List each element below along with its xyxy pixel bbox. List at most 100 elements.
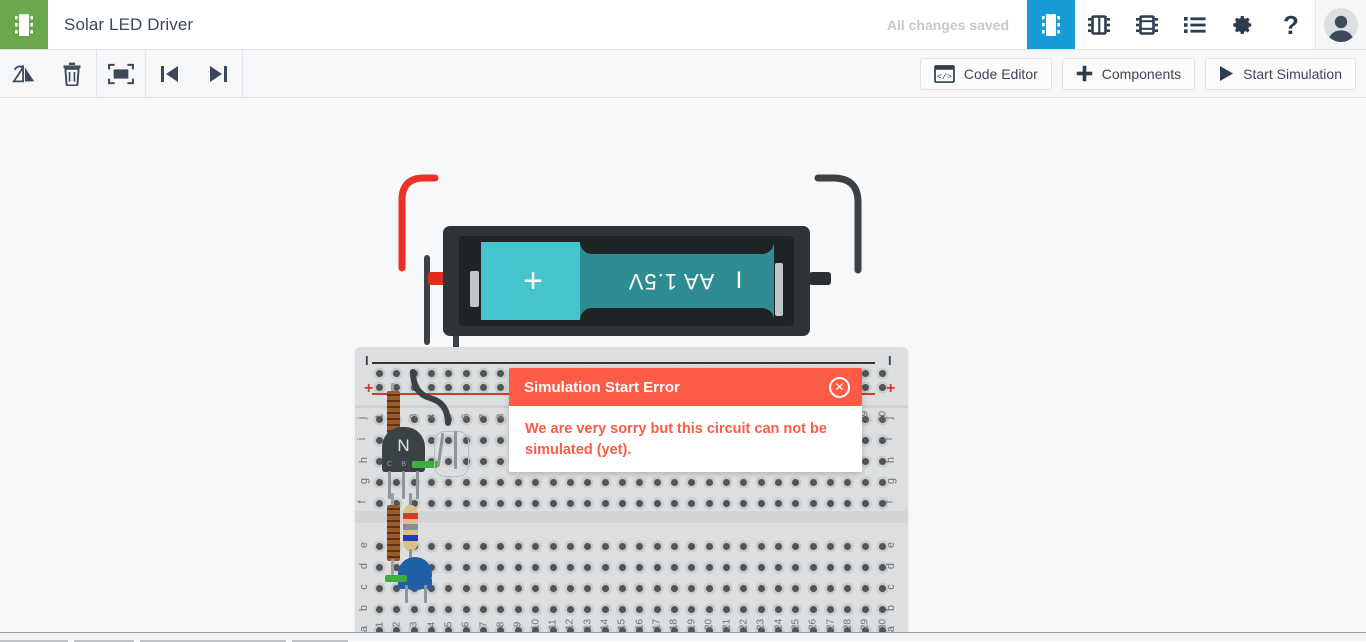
app-logo[interactable] (0, 0, 48, 49)
hole-g-22[interactable] (740, 478, 748, 486)
hole-c-26[interactable] (809, 584, 817, 592)
hole-c-14[interactable] (601, 584, 609, 592)
hole-f-29[interactable] (861, 499, 869, 507)
bring-to-front-button[interactable] (194, 50, 242, 97)
hole-f-19[interactable] (688, 499, 696, 507)
top-rail-minus-hole[interactable] (861, 369, 869, 377)
hole-c-13[interactable] (584, 584, 592, 592)
hole-c-23[interactable] (757, 584, 765, 592)
hole-b-16[interactable] (636, 605, 644, 613)
hole-c-17[interactable] (653, 584, 661, 592)
hole-e-6[interactable] (462, 542, 470, 550)
hole-e-22[interactable] (740, 542, 748, 550)
hole-e-18[interactable] (670, 542, 678, 550)
hole-c-29[interactable] (861, 584, 869, 592)
hole-h-8[interactable] (497, 457, 505, 465)
hole-g-18[interactable] (670, 478, 678, 486)
hole-c-22[interactable] (740, 584, 748, 592)
hole-f-10[interactable] (532, 499, 540, 507)
fit-to-screen-button[interactable] (97, 50, 145, 97)
top-rail-plus-hole[interactable] (462, 383, 470, 391)
hole-b-29[interactable] (861, 605, 869, 613)
hole-c-28[interactable] (844, 584, 852, 592)
hole-b-1[interactable] (376, 605, 383, 613)
hole-f-18[interactable] (670, 499, 678, 507)
hole-b-22[interactable] (740, 605, 748, 613)
top-rail-minus-hole[interactable] (480, 369, 488, 377)
hole-d-7[interactable] (480, 563, 488, 571)
hole-e-12[interactable] (566, 542, 574, 550)
hole-d-13[interactable] (584, 563, 592, 571)
hole-d-26[interactable] (809, 563, 817, 571)
resistor-banded[interactable] (403, 505, 418, 551)
hole-d-16[interactable] (636, 563, 644, 571)
hole-b-20[interactable] (705, 605, 713, 613)
hole-g-29[interactable] (861, 478, 869, 486)
hole-d-27[interactable] (827, 563, 835, 571)
hole-f-24[interactable] (775, 499, 783, 507)
top-rail-minus-hole[interactable] (428, 369, 436, 377)
hole-f-16[interactable] (636, 499, 644, 507)
top-rail-plus-hole[interactable] (428, 383, 436, 391)
hole-c-7[interactable] (480, 584, 488, 592)
hole-d-25[interactable] (792, 563, 800, 571)
hole-f-25[interactable] (792, 499, 800, 507)
send-to-back-button[interactable] (146, 50, 194, 97)
code-editor-button[interactable]: </> Code Editor (919, 57, 1052, 90)
tab-pcb-view[interactable] (1123, 0, 1171, 49)
hole-d-6[interactable] (462, 563, 470, 571)
hole-e-17[interactable] (653, 542, 661, 550)
hole-f-12[interactable] (566, 499, 574, 507)
top-rail-plus-hole[interactable] (497, 383, 505, 391)
hole-e-29[interactable] (861, 542, 869, 550)
hole-d-24[interactable] (775, 563, 783, 571)
hole-e-16[interactable] (636, 542, 644, 550)
top-rail-minus-hole[interactable] (410, 369, 418, 377)
hole-d-19[interactable] (688, 563, 696, 571)
tab-breadboard-view[interactable] (1027, 0, 1075, 49)
components-button[interactable]: Components (1061, 57, 1196, 90)
hole-d-20[interactable] (705, 563, 713, 571)
hole-d-12[interactable] (566, 563, 574, 571)
hole-c-9[interactable] (514, 584, 522, 592)
hole-c-18[interactable] (670, 584, 678, 592)
photoresistor-bottom[interactable] (387, 505, 400, 561)
hole-g-16[interactable] (636, 478, 644, 486)
top-rail-minus-hole[interactable] (497, 369, 505, 377)
top-rail-minus-hole[interactable] (445, 369, 453, 377)
hole-b-10[interactable] (532, 605, 540, 613)
hole-f-14[interactable] (601, 499, 609, 507)
hole-b-19[interactable] (688, 605, 696, 613)
hole-d-1[interactable] (376, 563, 383, 571)
hole-b-25[interactable] (792, 605, 800, 613)
hole-d-15[interactable] (618, 563, 626, 571)
hole-e-10[interactable] (532, 542, 540, 550)
hole-g-7[interactable] (480, 478, 488, 486)
hole-g-5[interactable] (445, 478, 453, 486)
top-rail-minus-hole[interactable] (393, 369, 401, 377)
top-rail-plus-hole[interactable] (410, 383, 418, 391)
hole-d-10[interactable] (532, 563, 540, 571)
hole-c-10[interactable] (532, 584, 540, 592)
hole-e-8[interactable] (497, 542, 505, 550)
hole-c-19[interactable] (688, 584, 696, 592)
hole-e-15[interactable] (618, 542, 626, 550)
hole-c-16[interactable] (636, 584, 644, 592)
hole-c-8[interactable] (497, 584, 505, 592)
hole-h-7[interactable] (480, 457, 488, 465)
hole-e-23[interactable] (757, 542, 765, 550)
hole-c-25[interactable] (792, 584, 800, 592)
hole-g-6[interactable] (462, 478, 470, 486)
hole-f-27[interactable] (827, 499, 835, 507)
hole-g-9[interactable] (514, 478, 522, 486)
hole-e-13[interactable] (584, 542, 592, 550)
hole-f-17[interactable] (653, 499, 661, 507)
hole-g-25[interactable] (792, 478, 800, 486)
hole-e-25[interactable] (792, 542, 800, 550)
top-rail-minus-hole[interactable] (376, 369, 383, 377)
hole-g-19[interactable] (688, 478, 696, 486)
hole-f-20[interactable] (705, 499, 713, 507)
hole-f-7[interactable] (480, 499, 488, 507)
hole-d-18[interactable] (670, 563, 678, 571)
hole-d-14[interactable] (601, 563, 609, 571)
